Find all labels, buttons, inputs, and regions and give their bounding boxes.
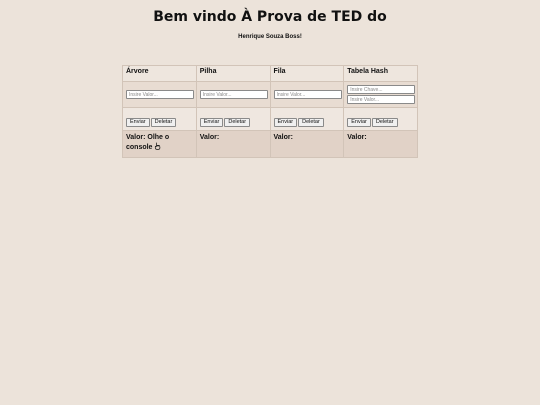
header-row: Árvore Pilha Fila Tabela Hash [122,65,418,82]
header-tabela-hash: Tabela Hash [343,65,418,82]
hash-value-cell: Valor: [343,130,418,158]
fila-send-button[interactable]: Enviar [273,118,298,127]
arvore-value-input[interactable] [126,90,194,99]
hash-button-cell: Enviar Deletar [343,107,418,131]
pilha-delete-button[interactable]: Deletar [224,118,251,127]
arvore-button-cell: Enviar Deletar [122,107,197,131]
pilha-input-cell [195,81,271,108]
arvore-value-text: Valor: Olhe o console [126,134,170,151]
pilha-send-button[interactable]: Enviar [199,118,224,127]
fila-value-cell: Valor: [269,130,345,158]
fila-delete-button[interactable]: Deletar [298,118,324,127]
header-fila: Fila [269,65,345,82]
page-title: Bem vindo À Prova de TED do [153,9,387,25]
hash-delete-button[interactable]: Deletar [371,118,398,127]
fila-input-cell [269,81,345,108]
hash-key-input[interactable] [347,85,416,94]
page-subtitle: Henrique Souza Boss! [238,34,302,40]
value-row: Valor: Olhe o console Valor: Valor: Valo… [122,130,418,158]
data-structures-table: Árvore Pilha Fila Tabela Hash EnviarDele… [122,65,418,158]
pilha-button-cell: Enviar Deletar [195,107,271,131]
pointing-hand-icon [154,142,161,150]
arvore-input-cell [122,81,197,108]
fila-value-input[interactable] [273,90,342,99]
arvore-delete-button[interactable]: Deletar [150,118,177,127]
input-row [122,81,418,108]
pilha-value-cell: Valor: [195,130,271,158]
hash-send-button[interactable]: Enviar [347,118,371,127]
header-arvore: Árvore [122,65,197,82]
arvore-send-button[interactable]: Enviar [126,118,150,127]
arvore-value-cell: Valor: Olhe o console [122,130,197,158]
fila-button-cell: Enviar Deletar [269,107,345,131]
button-row: Enviar Deletar Enviar Deletar Enviar Deleta… [122,107,418,131]
hash-input-cell [343,81,418,108]
header-pilha: Pilha [195,65,271,82]
hash-value-input[interactable] [347,95,416,104]
pilha-value-input[interactable] [199,90,268,99]
